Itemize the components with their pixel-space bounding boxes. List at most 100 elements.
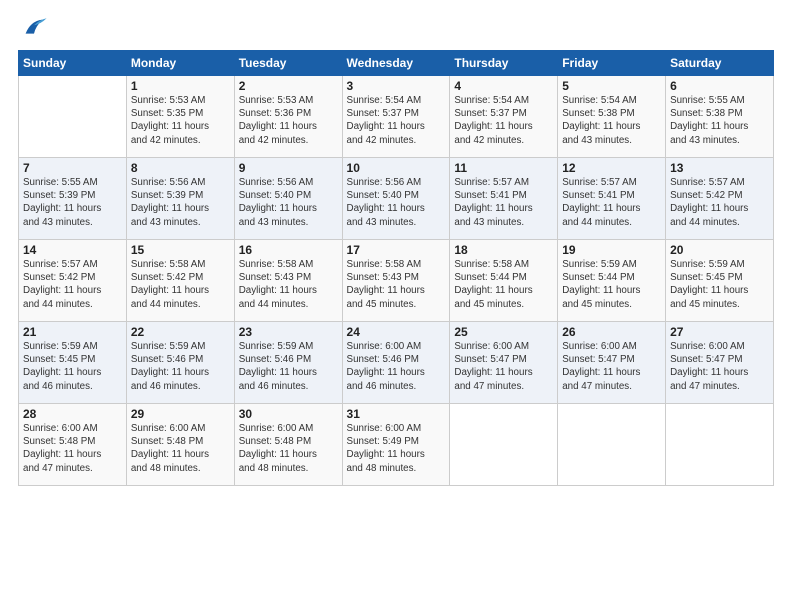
weekday-saturday: Saturday [666,51,774,76]
day-number: 4 [454,79,553,93]
day-info: Sunrise: 5:58 AM Sunset: 5:43 PM Dayligh… [239,258,338,311]
calendar-cell: 9Sunrise: 5:56 AM Sunset: 5:40 PM Daylig… [234,158,342,240]
day-number: 12 [562,161,661,175]
calendar-cell: 4Sunrise: 5:54 AM Sunset: 5:37 PM Daylig… [450,76,558,158]
day-info: Sunrise: 5:57 AM Sunset: 5:41 PM Dayligh… [454,176,553,229]
calendar-cell: 10Sunrise: 5:56 AM Sunset: 5:40 PM Dayli… [342,158,450,240]
day-number: 30 [239,407,338,421]
calendar-week-0: 1Sunrise: 5:53 AM Sunset: 5:35 PM Daylig… [19,76,774,158]
calendar-cell: 19Sunrise: 5:59 AM Sunset: 5:44 PM Dayli… [558,240,666,322]
calendar-cell: 23Sunrise: 5:59 AM Sunset: 5:46 PM Dayli… [234,322,342,404]
day-info: Sunrise: 5:57 AM Sunset: 5:42 PM Dayligh… [23,258,122,311]
calendar-cell: 6Sunrise: 5:55 AM Sunset: 5:38 PM Daylig… [666,76,774,158]
calendar-week-2: 14Sunrise: 5:57 AM Sunset: 5:42 PM Dayli… [19,240,774,322]
day-info: Sunrise: 5:55 AM Sunset: 5:39 PM Dayligh… [23,176,122,229]
day-info: Sunrise: 5:58 AM Sunset: 5:43 PM Dayligh… [347,258,446,311]
page: SundayMondayTuesdayWednesdayThursdayFrid… [0,0,792,612]
calendar-cell: 16Sunrise: 5:58 AM Sunset: 5:43 PM Dayli… [234,240,342,322]
day-number: 18 [454,243,553,257]
day-number: 29 [131,407,230,421]
day-number: 9 [239,161,338,175]
calendar-cell: 21Sunrise: 5:59 AM Sunset: 5:45 PM Dayli… [19,322,127,404]
day-number: 3 [347,79,446,93]
day-number: 22 [131,325,230,339]
weekday-wednesday: Wednesday [342,51,450,76]
day-info: Sunrise: 5:54 AM Sunset: 5:37 PM Dayligh… [347,94,446,147]
logo-bird-icon [20,14,48,42]
day-info: Sunrise: 5:59 AM Sunset: 5:44 PM Dayligh… [562,258,661,311]
calendar-cell: 5Sunrise: 5:54 AM Sunset: 5:38 PM Daylig… [558,76,666,158]
calendar-cell: 13Sunrise: 5:57 AM Sunset: 5:42 PM Dayli… [666,158,774,240]
day-number: 23 [239,325,338,339]
day-number: 20 [670,243,769,257]
day-info: Sunrise: 6:00 AM Sunset: 5:46 PM Dayligh… [347,340,446,393]
day-number: 11 [454,161,553,175]
calendar-cell [558,404,666,486]
calendar-cell: 14Sunrise: 5:57 AM Sunset: 5:42 PM Dayli… [19,240,127,322]
calendar-cell: 2Sunrise: 5:53 AM Sunset: 5:36 PM Daylig… [234,76,342,158]
day-info: Sunrise: 6:00 AM Sunset: 5:48 PM Dayligh… [23,422,122,475]
day-number: 31 [347,407,446,421]
day-number: 1 [131,79,230,93]
calendar-cell: 7Sunrise: 5:55 AM Sunset: 5:39 PM Daylig… [19,158,127,240]
weekday-monday: Monday [126,51,234,76]
day-number: 7 [23,161,122,175]
calendar-cell: 3Sunrise: 5:54 AM Sunset: 5:37 PM Daylig… [342,76,450,158]
day-number: 13 [670,161,769,175]
day-info: Sunrise: 6:00 AM Sunset: 5:47 PM Dayligh… [454,340,553,393]
calendar-week-1: 7Sunrise: 5:55 AM Sunset: 5:39 PM Daylig… [19,158,774,240]
calendar-cell: 27Sunrise: 6:00 AM Sunset: 5:47 PM Dayli… [666,322,774,404]
weekday-friday: Friday [558,51,666,76]
calendar-cell: 24Sunrise: 6:00 AM Sunset: 5:46 PM Dayli… [342,322,450,404]
day-number: 5 [562,79,661,93]
day-info: Sunrise: 6:00 AM Sunset: 5:48 PM Dayligh… [131,422,230,475]
header [18,18,774,42]
calendar-cell [450,404,558,486]
day-info: Sunrise: 5:53 AM Sunset: 5:35 PM Dayligh… [131,94,230,147]
day-info: Sunrise: 5:55 AM Sunset: 5:38 PM Dayligh… [670,94,769,147]
day-number: 25 [454,325,553,339]
calendar-cell: 25Sunrise: 6:00 AM Sunset: 5:47 PM Dayli… [450,322,558,404]
calendar-cell: 26Sunrise: 6:00 AM Sunset: 5:47 PM Dayli… [558,322,666,404]
calendar-cell: 18Sunrise: 5:58 AM Sunset: 5:44 PM Dayli… [450,240,558,322]
day-info: Sunrise: 5:58 AM Sunset: 5:42 PM Dayligh… [131,258,230,311]
weekday-thursday: Thursday [450,51,558,76]
weekday-tuesday: Tuesday [234,51,342,76]
calendar-cell [19,76,127,158]
day-number: 24 [347,325,446,339]
calendar-table: SundayMondayTuesdayWednesdayThursdayFrid… [18,50,774,486]
day-info: Sunrise: 5:56 AM Sunset: 5:40 PM Dayligh… [347,176,446,229]
day-number: 15 [131,243,230,257]
day-info: Sunrise: 5:57 AM Sunset: 5:41 PM Dayligh… [562,176,661,229]
calendar-cell: 20Sunrise: 5:59 AM Sunset: 5:45 PM Dayli… [666,240,774,322]
calendar-cell: 12Sunrise: 5:57 AM Sunset: 5:41 PM Dayli… [558,158,666,240]
day-number: 2 [239,79,338,93]
day-info: Sunrise: 6:00 AM Sunset: 5:49 PM Dayligh… [347,422,446,475]
calendar-cell: 29Sunrise: 6:00 AM Sunset: 5:48 PM Dayli… [126,404,234,486]
day-info: Sunrise: 5:56 AM Sunset: 5:40 PM Dayligh… [239,176,338,229]
calendar-cell: 15Sunrise: 5:58 AM Sunset: 5:42 PM Dayli… [126,240,234,322]
day-info: Sunrise: 5:56 AM Sunset: 5:39 PM Dayligh… [131,176,230,229]
calendar-cell: 17Sunrise: 5:58 AM Sunset: 5:43 PM Dayli… [342,240,450,322]
day-number: 14 [23,243,122,257]
day-number: 17 [347,243,446,257]
calendar-cell: 8Sunrise: 5:56 AM Sunset: 5:39 PM Daylig… [126,158,234,240]
calendar-cell: 22Sunrise: 5:59 AM Sunset: 5:46 PM Dayli… [126,322,234,404]
day-info: Sunrise: 5:59 AM Sunset: 5:46 PM Dayligh… [239,340,338,393]
logo [18,18,48,42]
day-number: 16 [239,243,338,257]
day-info: Sunrise: 5:57 AM Sunset: 5:42 PM Dayligh… [670,176,769,229]
day-info: Sunrise: 5:53 AM Sunset: 5:36 PM Dayligh… [239,94,338,147]
day-info: Sunrise: 5:59 AM Sunset: 5:46 PM Dayligh… [131,340,230,393]
day-info: Sunrise: 5:59 AM Sunset: 5:45 PM Dayligh… [670,258,769,311]
calendar-cell: 1Sunrise: 5:53 AM Sunset: 5:35 PM Daylig… [126,76,234,158]
calendar-cell: 30Sunrise: 6:00 AM Sunset: 5:48 PM Dayli… [234,404,342,486]
day-number: 27 [670,325,769,339]
day-number: 21 [23,325,122,339]
day-info: Sunrise: 6:00 AM Sunset: 5:48 PM Dayligh… [239,422,338,475]
day-info: Sunrise: 5:59 AM Sunset: 5:45 PM Dayligh… [23,340,122,393]
day-info: Sunrise: 6:00 AM Sunset: 5:47 PM Dayligh… [562,340,661,393]
day-number: 6 [670,79,769,93]
day-info: Sunrise: 6:00 AM Sunset: 5:47 PM Dayligh… [670,340,769,393]
calendar-cell: 11Sunrise: 5:57 AM Sunset: 5:41 PM Dayli… [450,158,558,240]
